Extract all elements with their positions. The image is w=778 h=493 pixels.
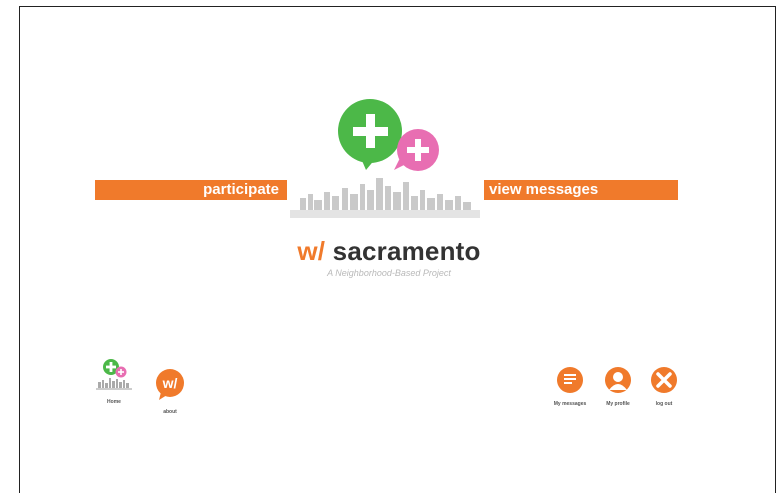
about-nav[interactable]: w/ about (150, 368, 190, 415)
page-title: w/ sacramento (270, 236, 508, 267)
svg-text:w/: w/ (162, 375, 178, 391)
home-nav[interactable]: Home (92, 358, 136, 405)
view-messages-button[interactable]: view messages (484, 180, 678, 200)
my-messages-nav[interactable]: My messages (550, 366, 590, 407)
log-out-nav[interactable]: log out (644, 366, 684, 407)
log-out-label: log out (655, 401, 673, 407)
skyline-icon (290, 178, 480, 218)
home-icon (96, 359, 132, 390)
home-label: Home (107, 399, 121, 405)
about-logo-icon: w/ (156, 369, 184, 400)
title-prefix: w/ (297, 236, 326, 266)
close-icon (651, 367, 677, 393)
participate-button[interactable]: participate (95, 180, 287, 200)
my-profile-label: My profile (606, 401, 630, 407)
tagline: A Neighborhood-Based Project (327, 268, 451, 278)
title-name: sacramento (332, 236, 481, 266)
messages-icon (557, 367, 583, 393)
about-label: about (163, 409, 177, 415)
profile-icon (605, 367, 631, 393)
my-messages-label: My messages (553, 401, 587, 407)
logo-bubbles-icon (338, 99, 439, 171)
green-plus-bubble-icon (338, 99, 402, 170)
my-profile-nav[interactable]: My profile (598, 366, 638, 407)
